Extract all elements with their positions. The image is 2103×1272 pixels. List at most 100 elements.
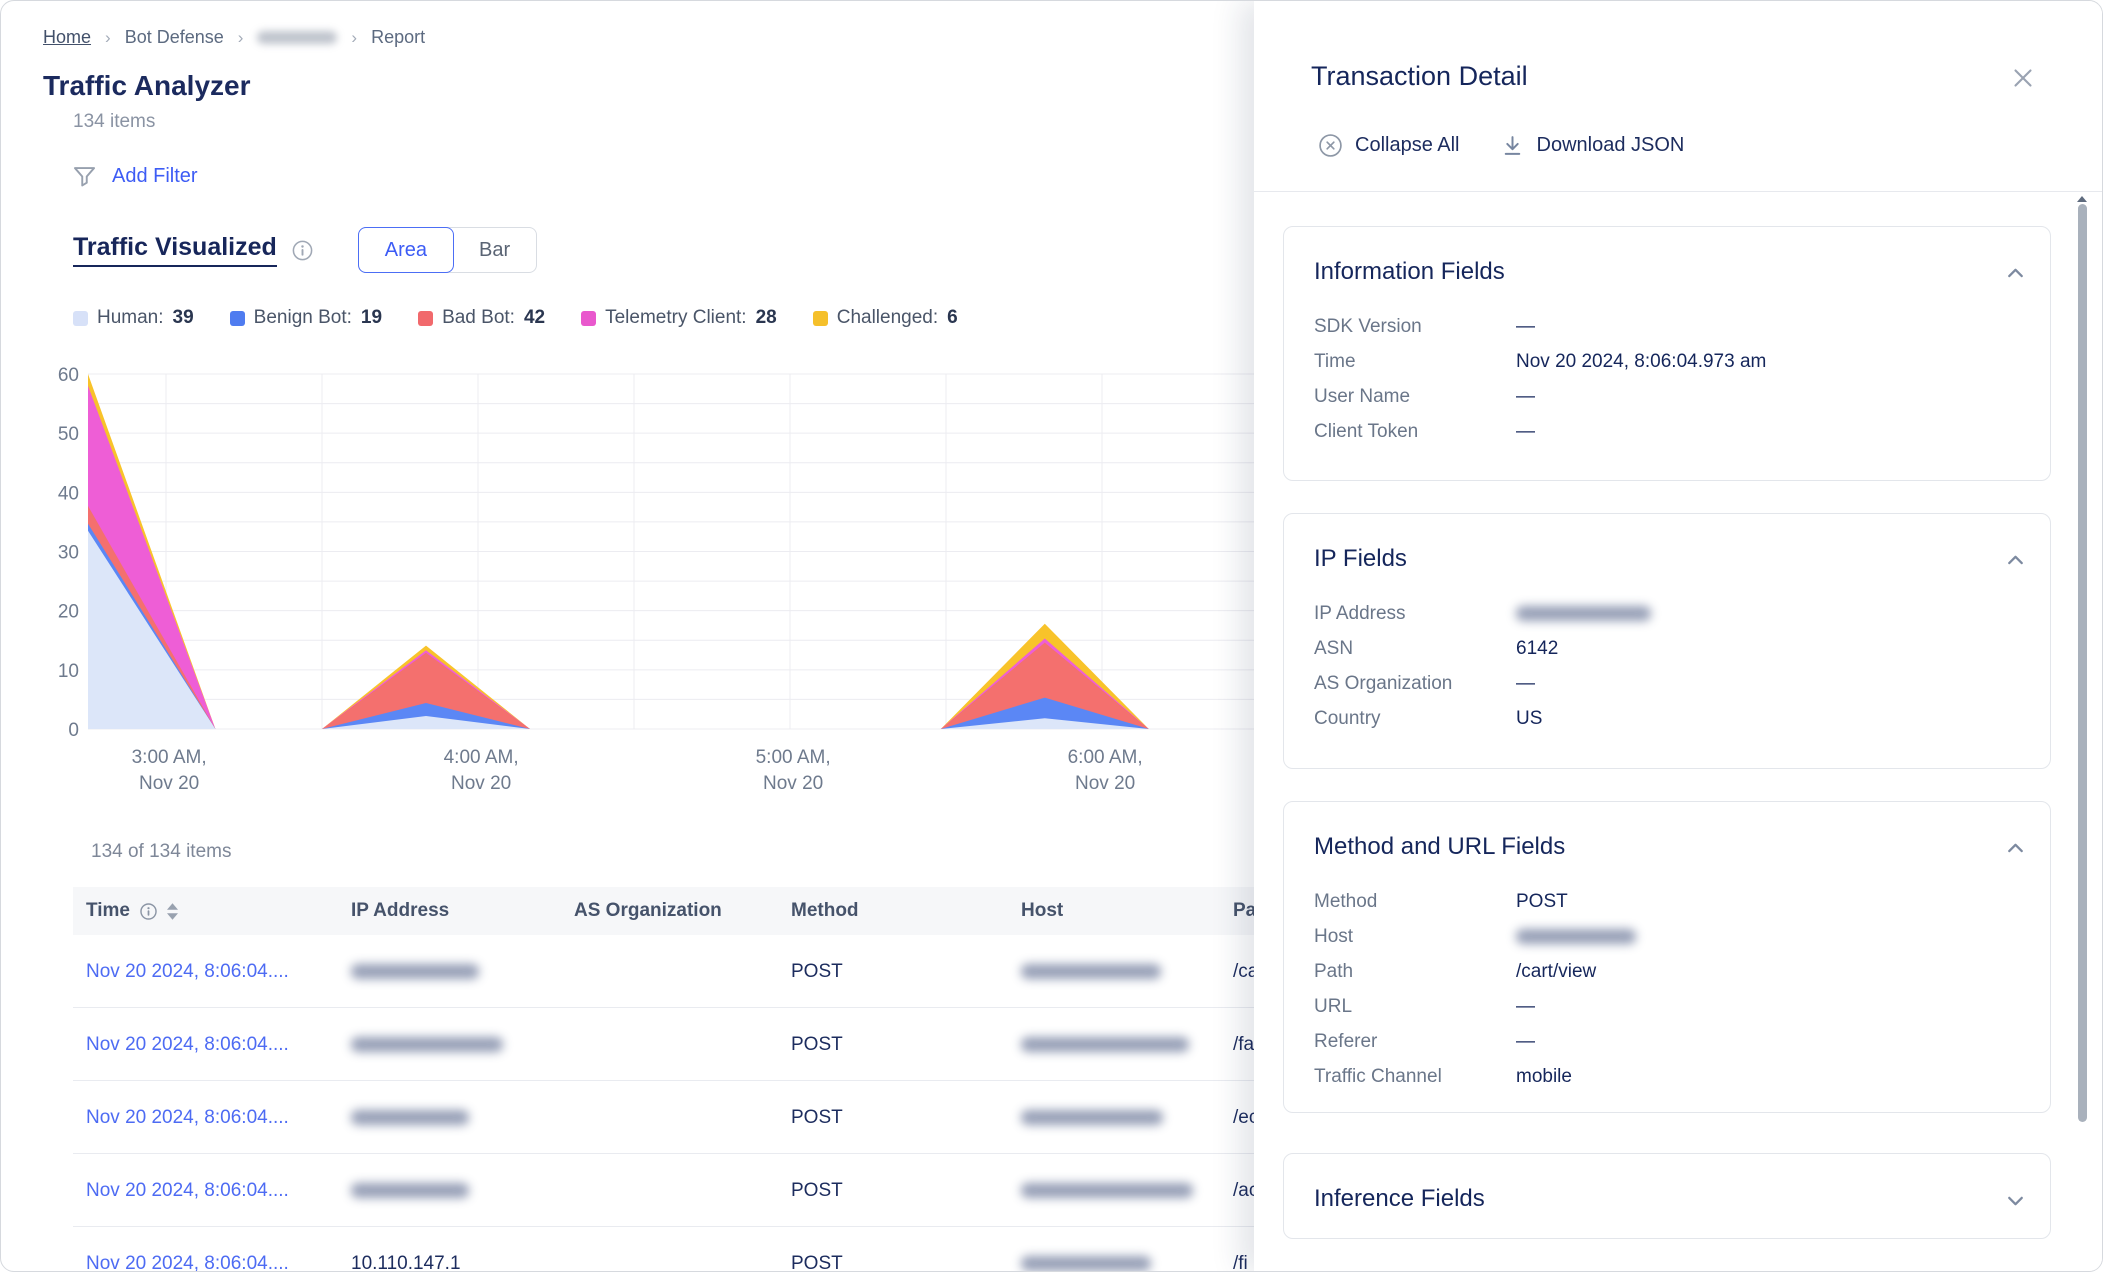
blurred-field-value — [1516, 606, 1651, 621]
blurred-host-value — [1021, 1256, 1151, 1271]
download-json-label: Download JSON — [1537, 134, 1685, 157]
info-icon[interactable] — [139, 902, 158, 921]
panel-scrollbar[interactable] — [2078, 204, 2087, 1122]
section-rows: MethodPOSTHostPath/cart/viewURL—Referer—… — [1314, 884, 2020, 1094]
field-label: URL — [1314, 996, 1516, 1018]
section-rows: SDK Version—TimeNov 20 2024, 8:06:04.973… — [1314, 309, 2020, 449]
field-value: — — [1516, 386, 1535, 408]
toggle-bar-button[interactable]: Bar — [453, 228, 536, 272]
svg-text:60: 60 — [58, 365, 79, 386]
legend-count: 39 — [173, 307, 194, 329]
panel-section-card: Inference Fields — [1283, 1153, 2051, 1239]
field-value: Nov 20 2024, 8:06:04.973 am — [1516, 351, 1766, 373]
field-label: ASN — [1314, 638, 1516, 660]
section-title[interactable]: Method and URL Fields — [1314, 833, 1565, 861]
section-title[interactable]: Information Fields — [1314, 258, 1505, 286]
sort-icon[interactable] — [167, 903, 178, 920]
download-json-button[interactable]: Download JSON — [1500, 133, 1685, 158]
legend-item[interactable]: Challenged: 6 — [813, 307, 958, 329]
toggle-area-button[interactable]: Area — [358, 227, 454, 273]
legend-item[interactable]: Benign Bot: 19 — [230, 307, 382, 329]
svg-text:5:00 AM,Nov 20: 5:00 AM,Nov 20 — [756, 747, 831, 794]
legend-item[interactable]: Telemetry Client: 28 — [581, 307, 777, 329]
transaction-time-link[interactable]: Nov 20 2024, 8:06:04.... — [86, 1107, 289, 1129]
collapse-all-label: Collapse All — [1355, 134, 1460, 157]
field-label: Country — [1314, 708, 1516, 730]
cell-ip-address — [351, 1081, 469, 1154]
table-row[interactable]: Nov 20 2024, 8:06:04....POST/ec — [73, 1081, 1258, 1154]
field-row: TimeNov 20 2024, 8:06:04.973 am — [1314, 344, 2020, 379]
field-label: IP Address — [1314, 603, 1516, 625]
section-title[interactable]: IP Fields — [1314, 545, 1407, 573]
blurred-ip-value — [351, 1183, 469, 1198]
field-label: Host — [1314, 926, 1516, 948]
column-header-as-organization[interactable]: AS Organization — [574, 887, 722, 935]
legend-item[interactable]: Bad Bot: 42 — [418, 307, 545, 329]
field-label: Traffic Channel — [1314, 1066, 1516, 1088]
field-row: ASN6142 — [1314, 631, 2020, 666]
scroll-up-arrow-icon[interactable] — [2077, 196, 2087, 202]
field-row: Path/cart/view — [1314, 954, 2020, 989]
field-row: MethodPOST — [1314, 884, 2020, 919]
legend-item[interactable]: Human: 39 — [73, 307, 194, 329]
section-title[interactable]: Inference Fields — [1314, 1185, 1485, 1213]
transaction-time-link[interactable]: Nov 20 2024, 8:06:04.... — [86, 1034, 289, 1056]
legend-swatch — [418, 311, 433, 326]
table-row[interactable]: Nov 20 2024, 8:06:04....POST/fa — [73, 1008, 1258, 1081]
chart-type-toggle: Area Bar — [358, 227, 537, 273]
legend-count: 42 — [524, 307, 545, 329]
panel-section-card: IP FieldsIP AddressASN6142AS Organizatio… — [1283, 513, 2051, 769]
cell-method: POST — [791, 1008, 843, 1081]
breadcrumb-report[interactable]: Report — [371, 27, 425, 48]
field-row: User Name— — [1314, 379, 2020, 414]
column-header-time[interactable]: Time — [86, 887, 178, 935]
legend-swatch — [581, 311, 596, 326]
panel-actions: Collapse All Download JSON — [1318, 133, 1684, 158]
blurred-host-value — [1021, 1110, 1163, 1125]
field-value: — — [1516, 1031, 1535, 1053]
chevron-up-icon[interactable] — [2003, 261, 2028, 291]
column-header-method[interactable]: Method — [791, 887, 859, 935]
svg-text:30: 30 — [58, 542, 79, 563]
cell-time: Nov 20 2024, 8:06:04.... — [86, 1008, 289, 1081]
page-title: Traffic Analyzer — [43, 70, 250, 102]
field-row: Host — [1314, 919, 2020, 954]
breadcrumb-home-link[interactable]: Home — [43, 27, 91, 48]
breadcrumb-bot-defense-link[interactable]: Bot Defense — [125, 27, 224, 48]
field-value: — — [1516, 673, 1535, 695]
breadcrumb: Home › Bot Defense › › Report — [43, 27, 425, 48]
column-header-ip-address[interactable]: IP Address — [351, 887, 449, 935]
transaction-time-link[interactable]: Nov 20 2024, 8:06:04.... — [86, 961, 289, 983]
download-icon — [1500, 133, 1525, 158]
cell-method: POST — [791, 1154, 843, 1227]
close-icon[interactable] — [2008, 63, 2038, 93]
transaction-time-link[interactable]: Nov 20 2024, 8:06:04.... — [86, 1180, 289, 1202]
transaction-time-link[interactable]: Nov 20 2024, 8:06:04.... — [86, 1253, 289, 1272]
collapse-all-button[interactable]: Collapse All — [1318, 133, 1460, 158]
table-body: Nov 20 2024, 8:06:04....POST/cart/viewNo… — [73, 935, 1258, 1272]
info-icon[interactable] — [291, 239, 314, 262]
blurred-host-value — [1021, 1183, 1193, 1198]
add-filter-button[interactable]: Add Filter — [71, 163, 198, 190]
field-row: URL— — [1314, 989, 2020, 1024]
table-row[interactable]: Nov 20 2024, 8:06:04....POST/ac — [73, 1154, 1258, 1227]
chevron-up-icon[interactable] — [2003, 548, 2028, 578]
cell-ip-address — [351, 935, 479, 1008]
cell-method: POST — [791, 935, 843, 1008]
panel-section-card: Method and URL Fields MethodPOST Host Path/… — [1283, 801, 2051, 1113]
cell-host — [1021, 935, 1161, 1008]
chevron-right-icon: › — [105, 28, 111, 48]
column-header-host[interactable]: Host — [1021, 887, 1063, 935]
table-row[interactable]: Nov 20 2024, 8:06:04....10.110.147.1POST… — [73, 1227, 1258, 1272]
field-value: 6142 — [1516, 638, 1558, 660]
blurred-ip-value — [351, 1037, 503, 1052]
chevron-up-icon[interactable] — [2003, 836, 2028, 866]
table-row[interactable]: Nov 20 2024, 8:06:04....POST/cart/view — [73, 935, 1258, 1008]
breadcrumb-redacted-item[interactable] — [257, 31, 337, 44]
legend-count: 19 — [361, 307, 382, 329]
chevron-down-icon[interactable] — [2003, 1188, 2028, 1218]
chevron-right-icon: › — [351, 28, 357, 48]
traffic-visualized-title[interactable]: Traffic Visualized — [73, 233, 277, 267]
field-label: Time — [1314, 351, 1516, 373]
field-value: mobile — [1516, 1066, 1572, 1088]
